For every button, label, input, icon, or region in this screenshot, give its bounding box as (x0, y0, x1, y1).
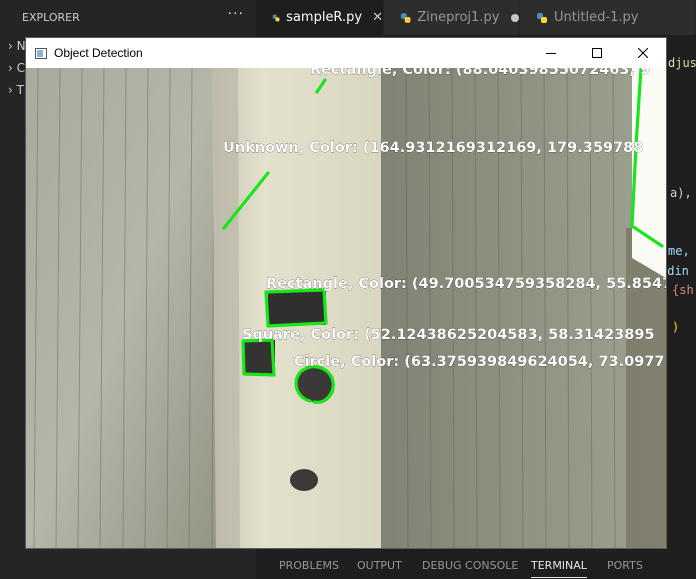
top-rectangle-label: Rectangle, Color: (88.04039855072463, 9 (310, 68, 650, 78)
dark-blob-shape (290, 469, 318, 491)
tab-label: sampleR.py (286, 10, 363, 25)
minimize-icon (546, 53, 556, 54)
python-file-icon (400, 12, 411, 23)
editor-tab-bar: sampleR.py ✕ Zineproj1.py Untitled-1.py (256, 0, 696, 35)
code-fragment: {sh (672, 283, 694, 297)
tab-label: Untitled-1.py (554, 10, 639, 25)
explorer-title: EXPLORER (22, 11, 80, 24)
close-icon[interactable]: ✕ (372, 10, 383, 25)
tab-problems[interactable]: PROBLEMS (279, 559, 339, 572)
chevron-right-icon: › (8, 39, 13, 53)
tab-untitled-1[interactable]: Untitled-1.py (520, 0, 696, 35)
minimize-button[interactable] (528, 38, 574, 68)
tab-ports[interactable]: PORTS (607, 559, 643, 572)
rectangle-label: Rectangle, Color: (49.700534759358284, 5… (266, 276, 666, 292)
camera-view: Rectangle, Color: (88.04039855072463, 9 … (26, 68, 666, 548)
object-detection-window: Object Detection Rectangle, Color: (88.0… (26, 38, 666, 548)
unsaved-dot-icon[interactable] (511, 13, 519, 22)
window-title: Object Detection (54, 46, 143, 60)
close-icon (638, 48, 648, 58)
code-fragment: a), (670, 186, 692, 200)
code-fragment: djus (668, 56, 696, 70)
tree-row-label: T (16, 83, 24, 97)
chevron-right-icon: › (8, 61, 13, 75)
code-fragment-paren: ) (672, 320, 680, 334)
tab-terminal[interactable]: TERMINAL (531, 559, 587, 578)
tree-row[interactable]: › C (8, 61, 25, 75)
tab-sampler[interactable]: sampleR.py ✕ (256, 0, 384, 35)
unknown-label: Unknown, Color: (164.9312169312169, 179.… (223, 140, 643, 156)
circle-label: Circle, Color: (63.375939849624054, 73.0… (294, 354, 665, 370)
close-button[interactable] (620, 38, 666, 68)
panel-tab-bar: PROBLEMS OUTPUT DEBUG CONSOLE TERMINAL P… (256, 550, 696, 579)
tree-row-label: N (16, 39, 26, 53)
tree-row[interactable]: › N (8, 39, 26, 53)
python-file-icon (272, 14, 280, 21)
window-titlebar: Object Detection (26, 38, 666, 68)
tab-output[interactable]: OUTPUT (357, 559, 402, 572)
tab-debug-console[interactable]: DEBUG CONSOLE (422, 559, 518, 572)
dark-square-shape (243, 340, 275, 374)
app-icon (35, 47, 47, 59)
code-fragment: me, (668, 244, 690, 258)
maximize-icon (592, 48, 602, 58)
explorer-header: EXPLORER ··· (0, 0, 256, 35)
camera-frame: Rectangle, Color: (88.04039855072463, 9 … (26, 68, 666, 548)
tree-row[interactable]: › T (8, 83, 24, 97)
ellipsis-icon[interactable]: ··· (228, 6, 244, 22)
tab-label: Zineproj1.py (417, 10, 500, 25)
maximize-button[interactable] (574, 38, 620, 68)
dark-rectangle-shape (268, 291, 326, 325)
square-label: Square, Color: (52.12438625204583, 58.31… (242, 327, 655, 343)
tree-row-label: C (16, 61, 26, 75)
chevron-right-icon: › (8, 83, 13, 97)
python-file-icon (537, 12, 547, 23)
tab-zineproj1[interactable]: Zineproj1.py (384, 0, 520, 35)
